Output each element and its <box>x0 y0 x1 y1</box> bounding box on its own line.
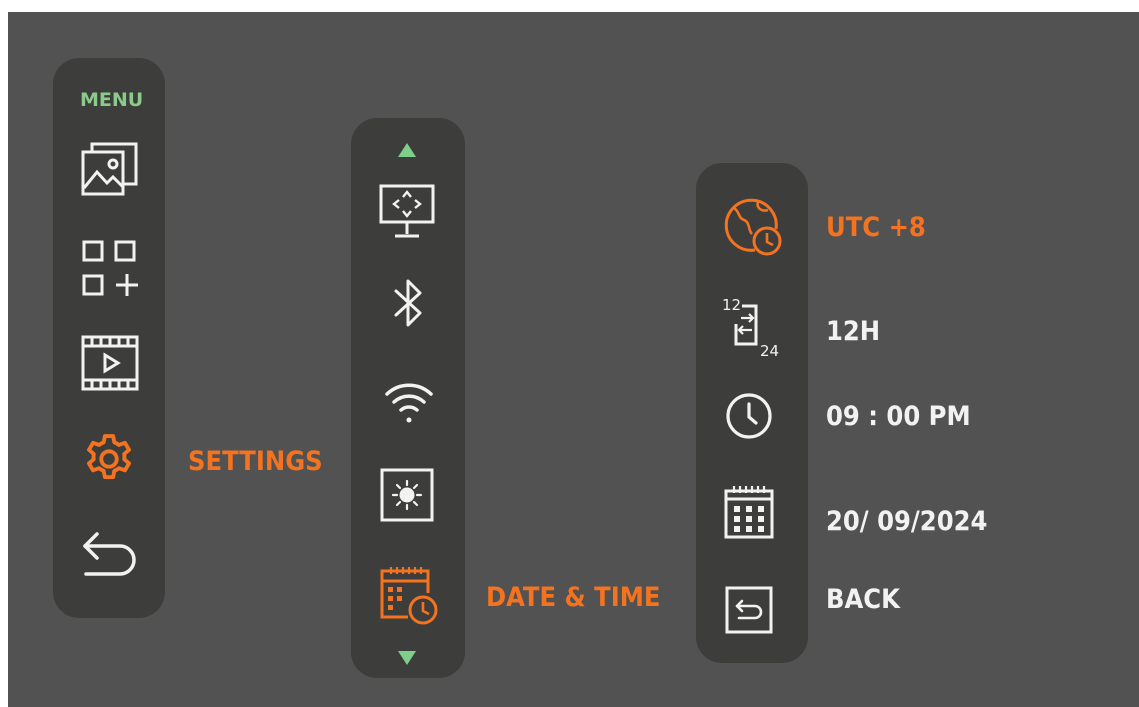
date-value[interactable]: 20/ 09/2024 <box>826 508 987 535</box>
timezone-globe-icon[interactable] <box>722 196 784 258</box>
date-time-label: DATE & TIME <box>486 582 661 613</box>
bluetooth-icon[interactable] <box>393 277 425 329</box>
time-format-value[interactable]: 12H <box>826 318 880 345</box>
time-value[interactable]: 09 : 00 PM <box>826 403 971 430</box>
wifi-icon[interactable] <box>384 378 434 426</box>
brightness-icon[interactable] <box>378 466 436 524</box>
gallery-icon[interactable] <box>80 140 140 200</box>
svg-text:12: 12 <box>722 296 741 314</box>
apps-add-icon[interactable] <box>82 240 140 298</box>
scroll-down-arrow-icon[interactable] <box>397 650 417 666</box>
back-box-icon[interactable] <box>724 585 774 635</box>
back-label[interactable]: BACK <box>826 586 900 613</box>
menu-title: MENU <box>80 89 144 111</box>
back-arrow-icon[interactable] <box>80 530 140 582</box>
video-icon[interactable] <box>81 334 139 392</box>
time-format-icon[interactable]: 12 24 <box>722 292 788 358</box>
calendar-icon[interactable] <box>724 485 774 539</box>
svg-text:24: 24 <box>760 342 779 358</box>
timezone-value[interactable]: UTC +8 <box>826 214 926 241</box>
date-time-icon[interactable] <box>378 565 440 627</box>
clock-icon[interactable] <box>724 391 774 441</box>
scroll-up-arrow-icon[interactable] <box>397 142 417 158</box>
settings-gear-icon[interactable] <box>80 430 138 488</box>
settings-label: SETTINGS <box>188 446 323 477</box>
display-position-icon[interactable] <box>378 183 436 241</box>
